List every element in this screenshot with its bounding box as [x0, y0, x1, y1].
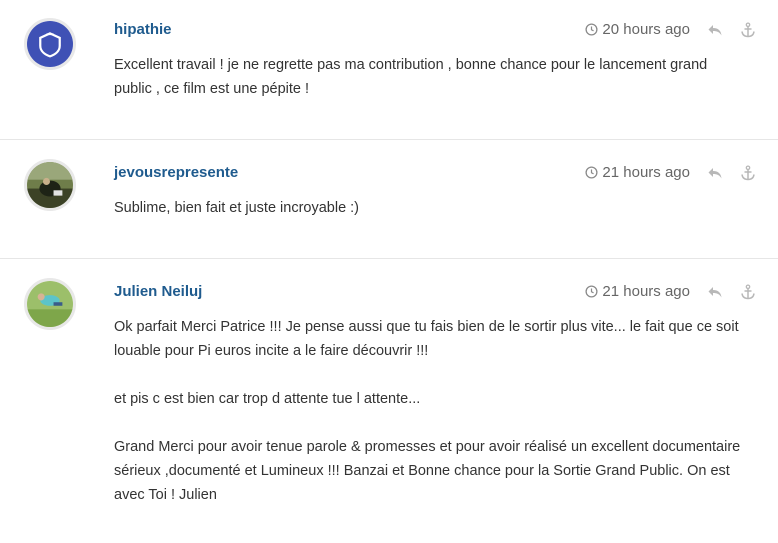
comment-meta: 21 hours ago — [585, 164, 756, 181]
anchor-icon[interactable] — [740, 164, 756, 181]
comment-item: jevousrepresente 21 hours ago Sublime, b… — [0, 140, 778, 259]
reply-icon[interactable] — [707, 284, 723, 300]
reply-icon[interactable] — [707, 22, 723, 38]
avatar[interactable] — [24, 18, 76, 70]
photo-avatar-icon — [27, 281, 73, 327]
comment-author-link[interactable]: hipathie — [114, 21, 172, 38]
comment-timestamp[interactable]: 21 hours ago — [602, 283, 690, 300]
comment-author-link[interactable]: jevousrepresente — [114, 164, 238, 181]
comment-paragraph: Excellent travail ! je ne regrette pas m… — [114, 57, 708, 97]
photo-avatar-icon — [27, 162, 73, 208]
comment-body: Excellent travail ! je ne regrette pas m… — [114, 53, 748, 101]
clock-icon — [585, 23, 598, 36]
clock-icon — [585, 166, 598, 179]
anchor-icon[interactable] — [740, 283, 756, 300]
comment-body: Sublime, bien fait et juste incroyable :… — [114, 196, 748, 220]
avatar[interactable] — [24, 159, 76, 211]
clock-icon — [585, 285, 598, 298]
reply-icon[interactable] — [707, 165, 723, 181]
comment-item: Julien Neiluj 21 hours ago Ok parfait Me… — [0, 259, 778, 543]
anchor-icon[interactable] — [740, 21, 756, 38]
comment-paragraph: Sublime, bien fait et juste incroyable :… — [114, 200, 360, 216]
comment-author-link[interactable]: Julien Neiluj — [114, 283, 202, 300]
comment-paragraph: Ok parfait Merci Patrice !!! Je pense au… — [114, 319, 739, 359]
comment-timestamp[interactable]: 21 hours ago — [602, 164, 690, 181]
comment-body: Ok parfait Merci Patrice !!! Je pense au… — [114, 315, 748, 507]
comment-meta: 20 hours ago — [585, 21, 756, 38]
avatar[interactable] — [24, 278, 76, 330]
comment-timestamp[interactable]: 20 hours ago — [602, 21, 690, 38]
shield-avatar-icon — [27, 21, 73, 67]
comment-paragraph: et pis c est bien car trop d attente tue… — [114, 391, 421, 407]
comment-paragraph: Grand Merci pour avoir tenue parole & pr… — [114, 439, 741, 503]
comment-item: hipathie 20 hours ago Excellent travail … — [0, 0, 778, 140]
comment-meta: 21 hours ago — [585, 283, 756, 300]
